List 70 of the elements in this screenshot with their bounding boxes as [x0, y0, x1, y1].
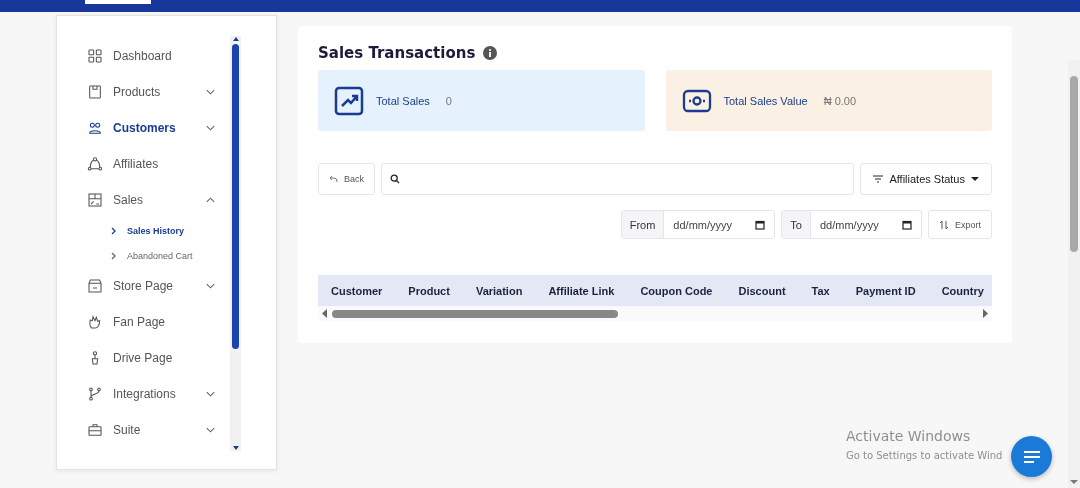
menu-item-icon [87, 422, 103, 438]
sort-arrows-icon [939, 219, 949, 230]
column-header: Affiliate Link [547, 284, 616, 297]
column-header: Payment ID [854, 284, 917, 297]
menu-button[interactable] [1011, 436, 1052, 477]
scroll-right-icon[interactable] [982, 309, 988, 318]
search-icon [390, 174, 400, 184]
calendar-icon[interactable] [755, 219, 766, 230]
filter-icon [873, 175, 884, 183]
scroll-down-icon[interactable] [231, 445, 240, 451]
menu-item-icon [87, 156, 103, 172]
submenu-item[interactable]: Sales History [87, 218, 230, 243]
stat-label: Total Sales [376, 94, 430, 107]
menu-item-icon [87, 120, 103, 136]
chevron-icon[interactable] [205, 426, 216, 434]
sidebar-item[interactable]: Affiliates [87, 146, 216, 182]
caret-icon [971, 176, 979, 182]
chevron-icon[interactable] [205, 390, 216, 398]
page-title: Sales Transactions [318, 44, 476, 62]
sidebar-item[interactable]: Dashboard [87, 38, 216, 74]
column-header: Variation [474, 284, 524, 297]
chevron-icon [111, 251, 117, 260]
scroll-down-icon[interactable] [1070, 480, 1078, 485]
sidebar-item[interactable]: Fan Page [87, 304, 216, 340]
stat-label: Total Sales Value [723, 94, 808, 107]
sidebar-item[interactable]: Customers [87, 110, 216, 146]
filter-dropdown[interactable]: Affiliates Status [860, 163, 992, 195]
info-icon[interactable] [483, 46, 498, 60]
back-button[interactable]: Back [318, 163, 375, 195]
sidebar-item[interactable]: Store Page [87, 268, 216, 304]
column-header: Coupon Code [639, 284, 714, 297]
calendar-icon[interactable] [902, 219, 912, 230]
export-button[interactable]: Export [928, 210, 992, 239]
menu-item-icon [87, 386, 103, 402]
scrollbar[interactable] [318, 306, 992, 321]
notice-text: Go to Settings to activate Wind [846, 450, 1003, 461]
menu-item-icon [87, 84, 103, 100]
chevron-icon[interactable] [205, 124, 216, 132]
menu-item-icon [87, 278, 103, 294]
sidebar-item[interactable]: Suite [87, 412, 216, 448]
submenu-item[interactable]: Abandoned Cart [87, 243, 230, 268]
date-field[interactable]: From dd/mm/yyyy [620, 210, 776, 239]
chevron-icon[interactable] [205, 88, 216, 96]
column-header: Country [940, 284, 985, 297]
scroll-left-icon[interactable] [322, 309, 328, 318]
scroll-up-icon[interactable] [231, 36, 240, 42]
menu-item-icon [87, 48, 103, 64]
date-field[interactable]: To dd/mm/yyyy [781, 210, 922, 239]
column-header: Product [407, 284, 451, 297]
menu-item-icon [87, 192, 103, 208]
column-header: Discount [737, 284, 787, 297]
stat-value: 0 [445, 94, 452, 107]
menu-item-icon [87, 314, 103, 330]
search-field[interactable] [381, 163, 855, 195]
sidebar-item[interactable]: Drive Page [87, 340, 216, 376]
back-arrow-icon [329, 175, 338, 183]
notice-title: Activate Windows [846, 428, 972, 444]
menu-icon [1021, 449, 1042, 464]
trend-icon [334, 85, 364, 116]
scrollbar[interactable] [230, 36, 241, 451]
sidebar-item[interactable]: Sales [87, 182, 216, 218]
scrollbar[interactable] [1068, 60, 1080, 488]
chevron-icon[interactable] [205, 196, 216, 204]
stat-value: ₦ 0.00 [823, 94, 857, 107]
chevron-icon [111, 226, 117, 235]
sidebar-item[interactable]: Integrations [87, 376, 216, 412]
chevron-icon[interactable] [205, 282, 216, 290]
column-header: Tax [810, 284, 831, 297]
sidebar-item[interactable]: Products [87, 74, 216, 110]
column-header: Customer [330, 284, 384, 297]
